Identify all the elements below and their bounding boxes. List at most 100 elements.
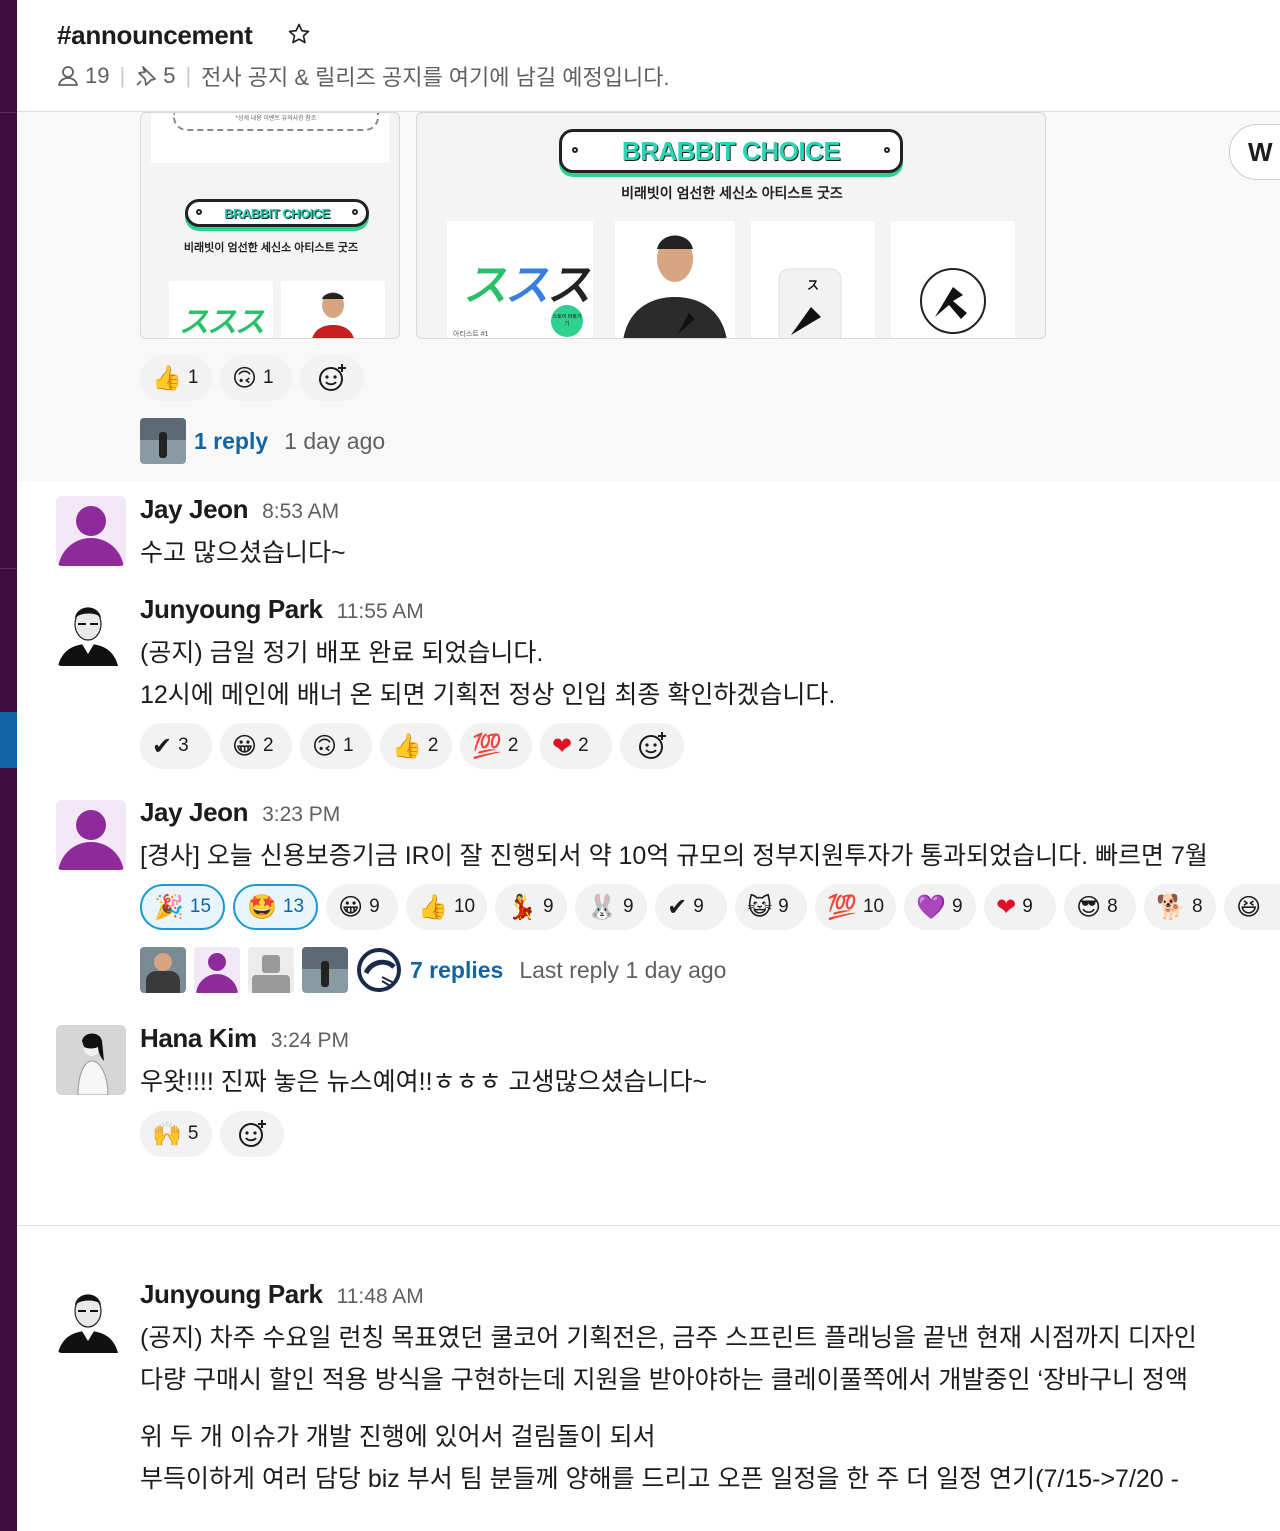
avatar[interactable] bbox=[56, 596, 126, 666]
reaction-thumbsup[interactable]: 👍 1 bbox=[140, 355, 212, 401]
message-text: [경사] 오늘 신용보증기금 IR이 잘 진행되서 약 10억 규모의 정부지원… bbox=[140, 842, 1208, 870]
svg-text:ス: ス bbox=[807, 278, 819, 292]
members-icon[interactable] bbox=[57, 65, 79, 87]
tiny-note: *상세 내용 이벤트 유의사항 참조 bbox=[235, 116, 317, 122]
brand-pill: BRABBIT CHOICE bbox=[559, 129, 903, 173]
sidebar-divider bbox=[0, 568, 17, 569]
avatar[interactable] bbox=[56, 800, 126, 870]
message-text: 12시에 메인에 배너 온 되면 기획전 정상 인입 최종 확인하겠습니다. bbox=[140, 681, 836, 709]
reaction-count: 3 bbox=[178, 735, 189, 756]
reaction-count: 2 bbox=[507, 735, 519, 756]
reaction-upside-down[interactable]: 🙃 1 bbox=[220, 355, 292, 401]
pill-text: BRABBIT CHOICE bbox=[224, 205, 330, 221]
message-pane: #announcement 19 | 5 | 전사 공지 & 릴리즈 공지를 여… bbox=[17, 0, 1280, 1531]
reaction-count: 9 bbox=[622, 896, 634, 917]
avatar[interactable] bbox=[56, 1025, 126, 1095]
reaction-raised-hands[interactable]: 🙌 5 bbox=[140, 1111, 212, 1157]
side-tab[interactable]: W bbox=[1229, 124, 1280, 180]
reply-avatar bbox=[302, 947, 348, 993]
emoji: ✔ bbox=[152, 732, 173, 760]
emoji: 💯 bbox=[827, 893, 857, 921]
add-reaction-icon bbox=[239, 1120, 266, 1147]
reaction-100[interactable]: 💯 10 bbox=[815, 884, 897, 930]
image-attachment[interactable]: BRABBIT CHOICE 비래빗이 엄선한 세신소 아티스트 굿즈 ススス … bbox=[416, 112, 1046, 339]
emoji: 👍 bbox=[152, 364, 182, 392]
add-reaction-button[interactable] bbox=[300, 355, 364, 401]
reaction-sunglasses[interactable]: 😎 8 bbox=[1064, 884, 1137, 930]
badge-photo bbox=[920, 268, 986, 334]
reaction-bar: 🎉 15 🤩 13 😀 9 👍 10 💃 9 🐰 9 ✔ 9 😺 9 💯 10 💜 9 ❤ 9 😎 8 … bbox=[140, 884, 1280, 930]
reaction-heart[interactable]: ❤ 9 bbox=[984, 884, 1057, 930]
attachment-subtitle: 비래빗이 엄선한 세신소 아티스트 굿즈 bbox=[183, 242, 359, 254]
sender-name[interactable]: Hana Kim bbox=[140, 1023, 257, 1054]
emoji: ✔ bbox=[667, 893, 688, 921]
sidebar-active-indicator[interactable] bbox=[0, 712, 17, 768]
reply-avatar bbox=[140, 418, 186, 464]
add-reaction-button[interactable] bbox=[220, 1111, 284, 1157]
reply-avatar bbox=[248, 947, 294, 993]
timestamp[interactable]: 11:48 AM bbox=[337, 1285, 424, 1309]
reaction-purple-heart[interactable]: 💜 9 bbox=[904, 884, 977, 930]
add-reaction-button[interactable] bbox=[620, 723, 684, 769]
reaction-rabbit[interactable]: 🐰 9 bbox=[575, 884, 648, 930]
pill-dot bbox=[572, 147, 578, 153]
reaction-count: 9 bbox=[693, 896, 704, 917]
reaction-count: 8 bbox=[1192, 896, 1203, 917]
reaction-star-struck[interactable]: 🤩 13 bbox=[233, 884, 319, 930]
goods-thumb bbox=[281, 281, 385, 338]
sender-name[interactable]: Jay Jeon bbox=[140, 494, 248, 525]
avatar-photo bbox=[56, 1025, 126, 1095]
goods-text: ススス bbox=[463, 261, 591, 310]
star-icon[interactable] bbox=[287, 22, 311, 46]
avatar[interactable] bbox=[56, 496, 126, 566]
goods-thumb: ススス bbox=[169, 281, 273, 338]
replies-link[interactable]: 1 reply bbox=[194, 428, 268, 455]
reaction-thumbsup[interactable]: 👍 10 bbox=[406, 884, 488, 930]
avatar[interactable] bbox=[56, 1283, 126, 1353]
sender-name[interactable]: Junyoung Park bbox=[140, 594, 323, 625]
channel-header: #announcement 19 | 5 | 전사 공지 & 릴리즈 공지를 여… bbox=[17, 0, 1280, 112]
channel-topic[interactable]: 전사 공지 & 릴리즈 공지를 여기에 남길 예정입니다. bbox=[201, 60, 669, 92]
reaction-laughing[interactable]: 😆 bbox=[1224, 884, 1280, 930]
replies-link[interactable]: 7 replies bbox=[410, 957, 503, 984]
emoji: 💜 bbox=[916, 893, 947, 921]
pin-count[interactable]: 5 bbox=[163, 63, 175, 89]
reaction-grin[interactable]: 😀 2 bbox=[220, 723, 292, 769]
thread-summary[interactable]: 7 replies Last reply 1 day ago bbox=[140, 947, 726, 993]
thread-summary[interactable]: 1 reply 1 day ago bbox=[140, 418, 385, 464]
reaction-heart[interactable]: ❤ 2 bbox=[540, 723, 612, 769]
reaction-count: 2 bbox=[263, 735, 274, 756]
reaction-check[interactable]: ✔ 3 bbox=[140, 723, 212, 769]
member-count[interactable]: 19 bbox=[85, 63, 109, 89]
sender-name[interactable]: Jay Jeon bbox=[140, 797, 248, 828]
reaction-100[interactable]: 💯 2 bbox=[460, 723, 532, 769]
artist-label: 아티스트 #1 bbox=[453, 331, 489, 338]
goods-thumb: ス bbox=[751, 221, 875, 338]
timestamp[interactable]: 11:55 AM bbox=[337, 600, 424, 624]
timestamp[interactable]: 8:53 AM bbox=[262, 500, 339, 524]
model-photo bbox=[623, 235, 727, 338]
reaction-thumbsup[interactable]: 👍 2 bbox=[380, 723, 452, 769]
meta-separator: | bbox=[185, 63, 192, 88]
message-text: 수고 많으셨습니다~ bbox=[140, 539, 346, 567]
reaction-grin[interactable]: 😀 9 bbox=[326, 884, 399, 930]
sender-name[interactable]: Junyoung Park bbox=[140, 1279, 323, 1310]
timestamp[interactable]: 3:23 PM bbox=[262, 803, 340, 827]
reaction-check[interactable]: ✔ 9 bbox=[655, 884, 728, 930]
message-text: 우왓!!!! 진짜 놓은 뉴스예여!!ㅎㅎㅎ 고생많으셨습니다~ bbox=[140, 1068, 708, 1096]
previous-message: *상세 내용 이벤트 유의사항 참조 BRABBIT CHOICE 비래빗이 엄… bbox=[17, 112, 1280, 481]
attachment-subtitle: 비래빗이 엄선한 세신소 아티스트 굿즈 bbox=[621, 185, 843, 201]
timestamp[interactable]: 3:24 PM bbox=[271, 1029, 349, 1053]
channel-meta: 19 | 5 | 전사 공지 & 릴리즈 공지를 여기에 남길 예정입니다. bbox=[57, 60, 670, 92]
reaction-upside-down[interactable]: 🙃 1 bbox=[300, 723, 372, 769]
emoji: 🙃 bbox=[312, 732, 338, 760]
channel-name[interactable]: #announcement bbox=[57, 20, 253, 51]
reaction-dog[interactable]: 🐕 8 bbox=[1144, 884, 1217, 930]
reaction-count: 5 bbox=[187, 1123, 199, 1144]
pill-dot bbox=[352, 209, 358, 215]
reaction-cat[interactable]: 😺 9 bbox=[735, 884, 808, 930]
reaction-dancer[interactable]: 💃 9 bbox=[495, 884, 568, 930]
pin-icon[interactable] bbox=[135, 65, 157, 87]
reaction-tada[interactable]: 🎉 15 bbox=[140, 884, 226, 930]
image-attachment[interactable]: *상세 내용 이벤트 유의사항 참조 BRABBIT CHOICE 비래빗이 엄… bbox=[140, 112, 400, 339]
